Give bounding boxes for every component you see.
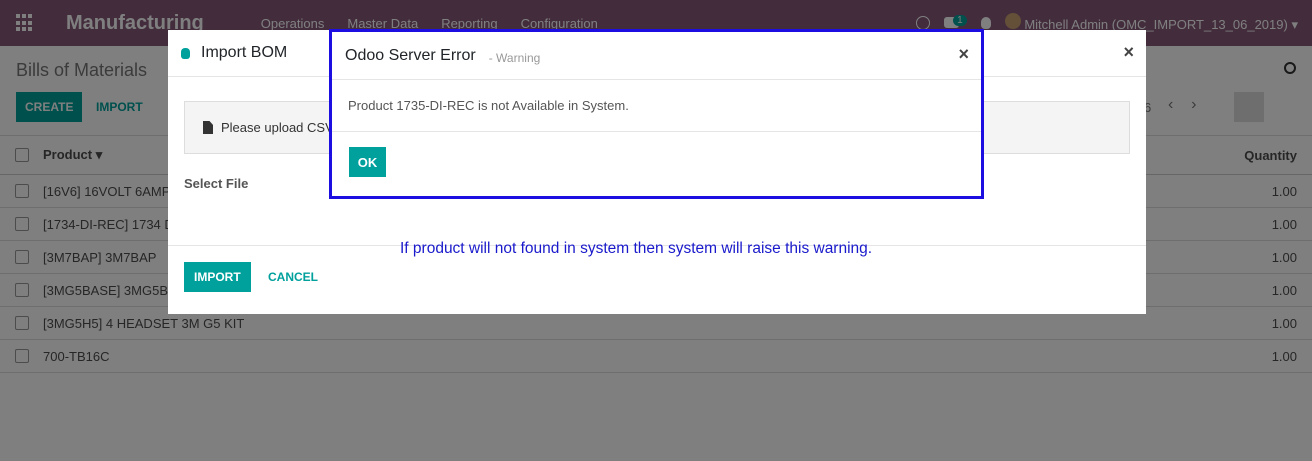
ok-button[interactable]: OK xyxy=(349,147,386,177)
annotation-text: If product will not found in system then… xyxy=(400,240,873,257)
debug-bug-icon[interactable] xyxy=(181,47,190,59)
error-dialog-subtitle: - Warning xyxy=(488,50,541,65)
error-dialog-title: Odoo Server Error xyxy=(345,46,476,64)
error-dialog-header: Odoo Server Error - Warning × xyxy=(332,32,981,80)
server-error-dialog: Odoo Server Error - Warning × Product 17… xyxy=(329,29,984,199)
select-file-label: Select File xyxy=(184,176,249,191)
error-message: Product 1735-DI-REC is not Available in … xyxy=(332,80,981,132)
file-icon xyxy=(203,121,213,134)
close-icon[interactable]: × xyxy=(1123,42,1134,63)
import-button[interactable]: IMPORT xyxy=(184,262,251,292)
dialog-title: Import BOM xyxy=(201,44,288,61)
cancel-button[interactable]: CANCEL xyxy=(268,262,318,292)
close-icon[interactable]: × xyxy=(958,44,969,65)
upload-text: Please upload CSV xyxy=(221,120,334,135)
